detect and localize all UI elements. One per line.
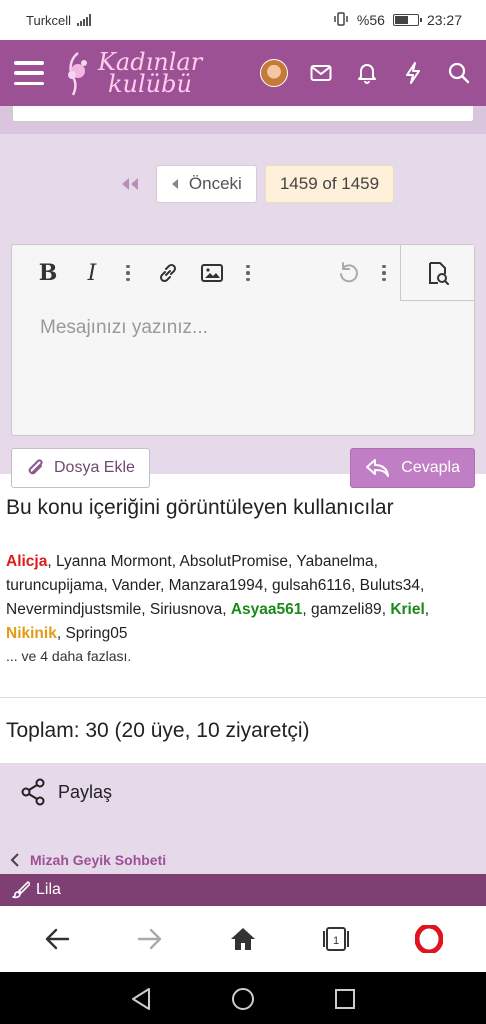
viewer-username[interactable]: Spring05: [65, 625, 127, 642]
battery-percent: %56: [356, 12, 385, 28]
nav-home-icon[interactable]: [231, 987, 255, 1016]
viewer-username[interactable]: Manzara1994: [169, 577, 264, 594]
tab-count: 1: [333, 935, 339, 947]
forward-arrow-icon[interactable]: [130, 919, 170, 959]
paperclip-icon: [28, 459, 43, 475]
viewer-username[interactable]: Nikinik: [6, 625, 57, 642]
style-chooser[interactable]: Lila: [0, 874, 486, 906]
previous-page-label: Önceki: [188, 174, 242, 193]
chevron-left-icon: [10, 853, 19, 867]
viewer-username[interactable]: AbsolutPromise: [180, 553, 289, 570]
status-right: %56 23:27: [333, 11, 462, 29]
tabs-icon[interactable]: 1: [316, 919, 356, 959]
clock: 23:27: [426, 12, 462, 28]
lightning-icon[interactable]: [400, 60, 426, 86]
vibrate-icon: [333, 11, 349, 29]
viewers-title: Bu konu içeriğini görüntüleyen kullanıcı…: [6, 496, 394, 519]
preview-icon[interactable]: [400, 245, 474, 301]
share-icon: [21, 778, 45, 806]
undo-icon[interactable]: [330, 255, 366, 291]
viewer-username[interactable]: Nevermindjustsmile: [6, 601, 141, 618]
mail-icon[interactable]: [308, 60, 334, 86]
viewer-username[interactable]: gulsah6116: [272, 577, 351, 594]
opera-menu-icon[interactable]: [409, 919, 449, 959]
reply-label: Cevapla: [401, 459, 460, 476]
reply-button[interactable]: Cevapla: [350, 448, 475, 488]
image-icon[interactable]: [194, 255, 230, 291]
status-left: Turkcell: [26, 12, 92, 28]
attach-file-button[interactable]: Dosya Ekle: [11, 448, 150, 488]
share-button[interactable]: Paylaş: [20, 778, 112, 806]
viewer-username[interactable]: Lyanna Mormont: [56, 553, 172, 570]
viewer-username[interactable]: Buluts34: [360, 577, 420, 594]
breadcrumb-label: Mizah Geyik Sohbeti: [30, 852, 167, 868]
search-icon[interactable]: [446, 60, 472, 86]
thread-viewers: Bu konu içeriğini görüntüleyen kullanıcı…: [0, 474, 486, 698]
nav-recents-icon[interactable]: [334, 988, 356, 1015]
logo-flower-icon: [64, 49, 92, 97]
bell-icon[interactable]: [354, 60, 380, 86]
logo-line-2: kulübü: [108, 70, 192, 98]
page-indicator[interactable]: 1459 of 1459: [264, 165, 395, 203]
carrier-name: Turkcell: [26, 12, 72, 28]
message-editor: B I Mesajınızı yazınız...: [11, 244, 475, 436]
avatar[interactable]: [260, 59, 288, 87]
viewer-username[interactable]: Vander: [112, 577, 160, 594]
italic-button[interactable]: I: [74, 255, 110, 291]
viewer-username[interactable]: Kriel: [390, 601, 424, 618]
header-icons: [260, 59, 472, 87]
more-viewers: ... ve 4 daha fazlası.: [6, 648, 132, 664]
quick-reply: B I Mesajınızı yazınız... Dosya Ekle Cev…: [0, 234, 486, 488]
menu-icon[interactable]: [14, 61, 44, 85]
nav-back-icon[interactable]: [130, 987, 152, 1016]
style-label: Lila: [36, 881, 61, 898]
breadcrumb[interactable]: Mizah Geyik Sohbeti: [10, 852, 166, 868]
app-header: Kadınlar kulübü: [0, 40, 486, 106]
browser-toolbar: 1: [0, 906, 486, 972]
site-logo[interactable]: Kadınlar kulübü: [64, 49, 202, 97]
status-bar: Turkcell %56 23:27: [0, 0, 486, 40]
viewer-list: Alicja, Lyanna Mormont, AbsolutPromise, …: [6, 553, 430, 642]
share-section: Paylaş Mizah Geyik Sohbeti: [0, 764, 486, 874]
battery-icon: [392, 14, 422, 26]
link-icon[interactable]: [150, 255, 186, 291]
viewer-username[interactable]: gamzeli89: [311, 601, 382, 618]
editor-toolbar: B I: [12, 245, 474, 301]
message-input[interactable]: Mesajınızı yazınız...: [12, 301, 474, 355]
signal-icon: [77, 14, 92, 26]
logo-text: Kadınlar kulübü: [98, 50, 202, 98]
more-text-options-icon[interactable]: [118, 264, 138, 282]
first-page-icon[interactable]: [112, 166, 148, 202]
more-insert-options-icon[interactable]: [238, 264, 258, 282]
paint-brush-icon: [12, 881, 30, 899]
attach-file-label: Dosya Ekle: [54, 459, 135, 476]
bold-button[interactable]: B: [30, 255, 66, 291]
viewer-username[interactable]: turuncupijama: [6, 577, 103, 594]
share-label: Paylaş: [58, 781, 113, 802]
previous-post-edge: [0, 106, 486, 134]
more-history-options-icon[interactable]: [374, 264, 394, 282]
caret-left-icon: [171, 179, 178, 189]
reply-icon: [366, 459, 390, 477]
viewer-username[interactable]: Alicja: [6, 553, 47, 570]
previous-page-button[interactable]: Önceki: [155, 165, 257, 203]
system-nav-bar: [0, 972, 486, 1024]
back-arrow-icon[interactable]: [37, 919, 77, 959]
viewer-totals: Toplam: 30 (20 üye, 10 ziyaretçi): [0, 698, 486, 764]
home-icon[interactable]: [223, 919, 263, 959]
viewer-username[interactable]: Yabanelma: [296, 553, 373, 570]
viewer-username[interactable]: Asyaa561: [231, 601, 303, 618]
pagination: Önceki 1459 of 1459: [0, 134, 486, 234]
viewer-username[interactable]: Siriusnova: [150, 601, 222, 618]
